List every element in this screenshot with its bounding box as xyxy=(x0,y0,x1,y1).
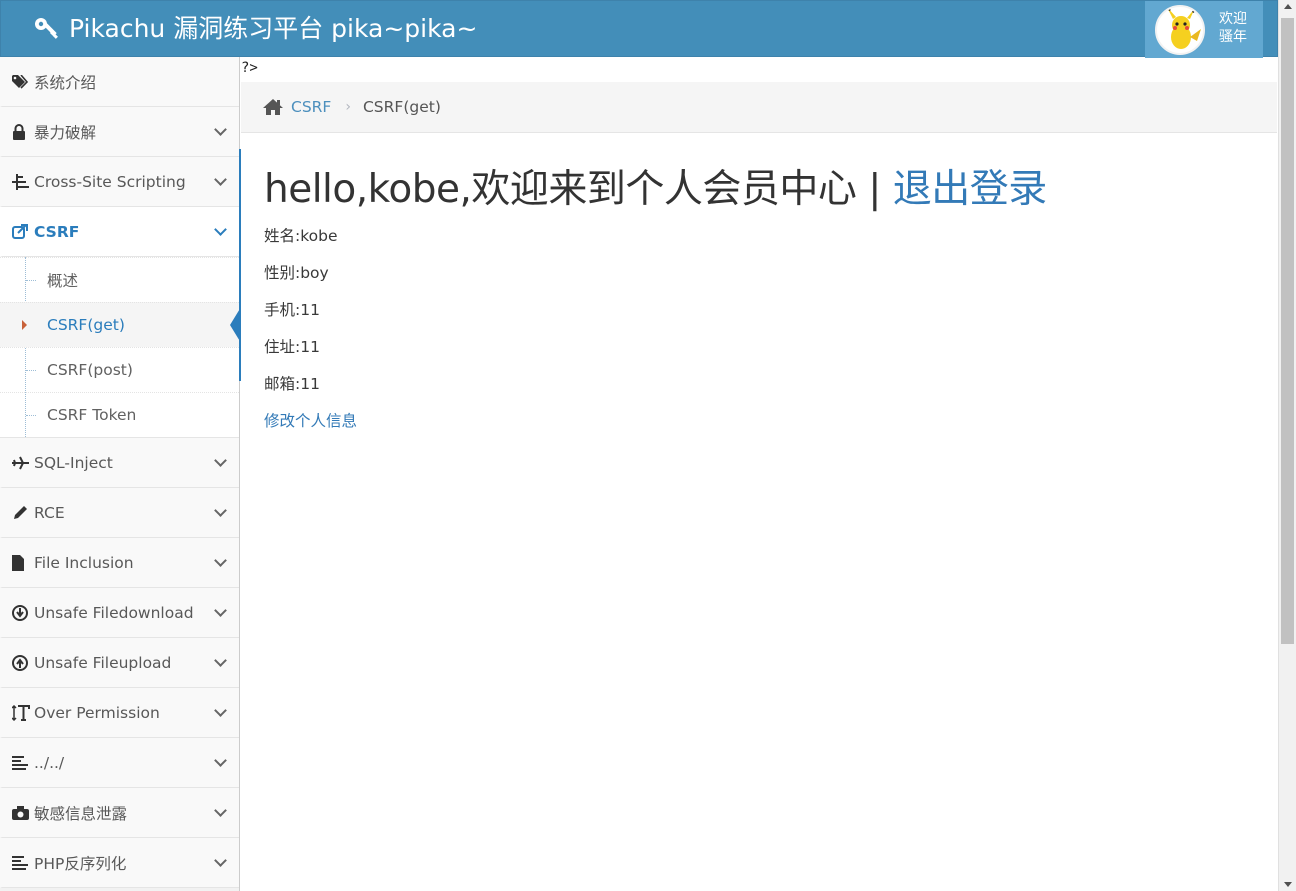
active-section-rail xyxy=(239,149,241,381)
breadcrumb-link-csrf[interactable]: CSRF xyxy=(291,98,331,116)
field-email: 邮箱:11 xyxy=(264,375,320,393)
align-left-icon xyxy=(12,855,32,870)
key-icon xyxy=(35,18,58,39)
sidebar-item-rce[interactable]: RCE xyxy=(0,488,239,538)
sidebar-item-label: CSRF xyxy=(34,222,80,241)
field-gender: 性别:boy xyxy=(264,264,329,282)
sidebar-item-label: Over Permission xyxy=(34,703,160,722)
sidebar-item-label: File Inclusion xyxy=(34,553,134,572)
csrf-submenu: 概述 CSRF(get) CSRF(post) CSRF Token xyxy=(0,257,241,438)
sidebar-subitem-label: 概述 xyxy=(47,272,79,290)
chevron-down-icon xyxy=(214,173,227,186)
sidebar-item-label: 敏感信息泄露 xyxy=(34,804,128,823)
sidebar-subitem-label: CSRF(get) xyxy=(47,316,125,334)
user-greeting-line2: 骚年 xyxy=(1219,29,1247,45)
chevron-down-icon xyxy=(214,123,227,136)
chevron-down-icon xyxy=(214,554,227,567)
logout-link[interactable]: 退出登录 xyxy=(893,167,1048,212)
sidebar-subitem-csrf-post[interactable]: CSRF(post) xyxy=(0,347,239,392)
sidebar-item-label: Unsafe Filedownload xyxy=(34,603,194,622)
field-phone: 手机:11 xyxy=(264,301,320,319)
pencil-icon xyxy=(12,505,32,521)
user-menu[interactable]: 欢迎 骚年 xyxy=(1145,1,1263,58)
page-title: hello,kobe,欢迎来到个人会员中心 | 退出登录 xyxy=(264,163,1264,217)
breadcrumb-separator-icon: › xyxy=(345,99,351,115)
pikachu-avatar-icon xyxy=(1167,7,1201,49)
breadcrumb: CSRF › CSRF(get) xyxy=(241,82,1277,133)
chevron-down-icon xyxy=(214,454,227,467)
sidebar-item-label: 暴力破解 xyxy=(34,123,97,142)
camera-icon xyxy=(12,805,32,820)
align-left-icon xyxy=(12,755,32,770)
sidebar-item-file-inclusion[interactable]: File Inclusion xyxy=(0,538,239,588)
stray-php-tag: ?> xyxy=(241,60,258,76)
user-greeting: 欢迎 骚年 xyxy=(1219,10,1247,46)
chevron-down-icon xyxy=(214,854,227,867)
breadcrumb-current: CSRF(get) xyxy=(362,98,441,116)
sidebar-item-info-leak[interactable]: 敏感信息泄露 xyxy=(0,788,239,838)
sidebar-item-label: PHP反序列化 xyxy=(34,854,127,873)
sidebar-item-dir-traversal[interactable]: ../../ xyxy=(0,738,239,788)
user-greeting-line1: 欢迎 xyxy=(1219,11,1247,27)
share-icon xyxy=(12,223,32,240)
chevron-down-icon xyxy=(214,504,227,517)
sidebar-item-label: SQL-Inject xyxy=(34,453,113,472)
sidebar-item-bruteforce[interactable]: 暴力破解 xyxy=(0,107,239,157)
sidebar: 系统介绍 暴力破解 Cross-Site Scripting CSRF 概述 C… xyxy=(0,57,241,891)
sidebar-subitem-csrf-token[interactable]: CSRF Token xyxy=(0,392,239,437)
avatar xyxy=(1155,5,1205,55)
scroll-down-icon[interactable] xyxy=(1284,882,1292,887)
download-circle-icon xyxy=(12,604,32,621)
vertical-scrollbar[interactable] xyxy=(1278,0,1296,891)
text-height-icon xyxy=(12,704,32,721)
caret-right-icon xyxy=(22,320,27,330)
sidebar-subitem-overview[interactable]: 概述 xyxy=(0,257,239,302)
sidebar-item-xss[interactable]: Cross-Site Scripting xyxy=(0,157,239,207)
tags-icon xyxy=(12,74,32,89)
sidebar-item-unsafe-fileupload[interactable]: Unsafe Fileupload xyxy=(0,638,239,688)
upload-circle-icon xyxy=(12,654,32,671)
sidebar-item-label: RCE xyxy=(34,503,65,522)
page-title-text: hello,kobe,欢迎来到个人会员中心 | xyxy=(264,167,893,212)
chevron-down-icon xyxy=(214,654,227,667)
sidebar-subitem-label: CSRF Token xyxy=(47,406,137,424)
scroll-up-icon[interactable] xyxy=(1284,4,1292,9)
sidebar-item-unsafe-filedownload[interactable]: Unsafe Filedownload xyxy=(0,588,239,638)
sidebar-item-csrf[interactable]: CSRF xyxy=(0,207,239,257)
field-address: 住址:11 xyxy=(264,338,320,356)
sidebar-subitem-label: CSRF(post) xyxy=(47,361,133,379)
brand[interactable]: Pikachu 漏洞练习平台 pika~pika~ xyxy=(33,13,477,45)
scrollbar-thumb[interactable] xyxy=(1281,18,1294,644)
edit-profile-link[interactable]: 修改个人信息 xyxy=(264,410,1264,432)
sidebar-item-label: Cross-Site Scripting xyxy=(34,172,186,191)
sidebar-item-over-permission[interactable]: Over Permission xyxy=(0,688,239,738)
lock-icon xyxy=(12,123,32,140)
sidebar-item-label: ../../ xyxy=(34,753,65,772)
sidebar-subitem-csrf-get[interactable]: CSRF(get) xyxy=(0,302,241,347)
sidebar-item-label: 系统介绍 xyxy=(34,73,97,92)
sidebar-item-intro[interactable]: 系统介绍 xyxy=(0,57,239,107)
file-icon xyxy=(12,554,32,571)
field-name: 姓名:kobe xyxy=(264,227,338,245)
chevron-down-icon xyxy=(214,223,227,236)
top-navbar: Pikachu 漏洞练习平台 pika~pika~ 欢迎 骚年 xyxy=(0,0,1278,58)
member-center: hello,kobe,欢迎来到个人会员中心 | 退出登录 姓名:kobe 性别:… xyxy=(264,163,1264,432)
chevron-down-icon xyxy=(214,704,227,717)
home-icon[interactable] xyxy=(263,98,283,116)
brand-title: Pikachu 漏洞练习平台 pika~pika~ xyxy=(69,14,478,43)
chevron-down-icon xyxy=(214,804,227,817)
sidebar-item-sqli[interactable]: SQL-Inject xyxy=(0,438,239,488)
sitemap-icon xyxy=(12,173,32,190)
chevron-down-icon xyxy=(214,754,227,767)
plane-icon xyxy=(12,456,32,470)
sidebar-item-label: Unsafe Fileupload xyxy=(34,653,172,672)
chevron-down-icon xyxy=(214,604,227,617)
sidebar-item-php-unserialize[interactable]: PHP反序列化 xyxy=(0,838,239,888)
